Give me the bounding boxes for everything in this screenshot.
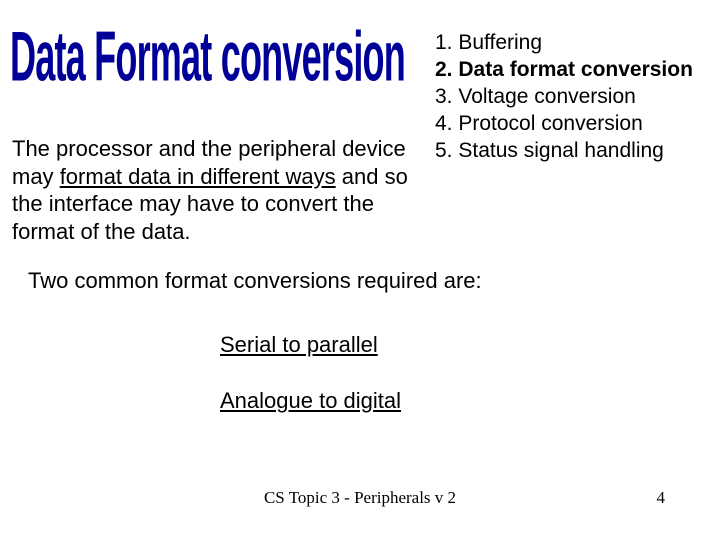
list-num: 3.	[435, 85, 453, 108]
list-item: 1. Buffering	[435, 30, 710, 57]
slide: Data Format conversion 1. Buffering 2. D…	[0, 0, 720, 540]
p1-underline: format data in different ways	[60, 164, 336, 189]
link-analogue-digital[interactable]: Analogue to digital	[220, 388, 401, 414]
list-num: 5.	[435, 139, 453, 162]
list-label: Buffering	[458, 31, 542, 54]
list-num: 2.	[435, 58, 453, 81]
list-label: Data format conversion	[458, 58, 693, 81]
list-num: 1.	[435, 31, 453, 54]
list-item: 5. Status signal handling	[435, 138, 710, 165]
footer-text: CS Topic 3 - Peripherals v 2	[0, 488, 720, 508]
link-serial-parallel[interactable]: Serial to parallel	[220, 332, 378, 358]
list-item: 4. Protocol conversion	[435, 111, 710, 138]
paragraph-2: Two common format conversions required a…	[28, 268, 668, 294]
function-list: 1. Buffering 2. Data format conversion 3…	[435, 30, 710, 164]
slide-title: Data Format conversion	[10, 18, 405, 98]
list-label: Voltage conversion	[458, 85, 635, 108]
list-label: Protocol conversion	[458, 112, 642, 135]
list-label: Status signal handling	[458, 139, 663, 162]
list-item: 2. Data format conversion	[435, 57, 710, 84]
list-item: 3. Voltage conversion	[435, 84, 710, 111]
paragraph-1: The processor and the peripheral device …	[12, 135, 432, 245]
slide-number: 4	[657, 488, 666, 508]
list-num: 4.	[435, 112, 453, 135]
